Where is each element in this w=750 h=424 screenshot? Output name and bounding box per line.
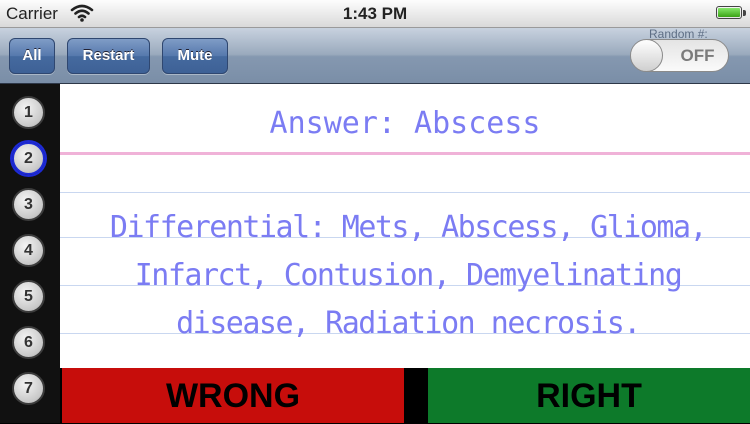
answer-text: Answer: Abscess bbox=[269, 106, 541, 141]
battery-icon bbox=[716, 6, 742, 19]
question-button-7[interactable]: 7 bbox=[12, 372, 45, 405]
question-button-4[interactable]: 4 bbox=[12, 234, 45, 267]
question-button-3[interactable]: 3 bbox=[12, 188, 45, 221]
toggle-state-label: OFF bbox=[680, 46, 715, 65]
question-number-column: 1 2 3 4 5 6 7 bbox=[0, 84, 60, 423]
question-button-5[interactable]: 5 bbox=[12, 280, 45, 313]
status-time: 1:43 PM bbox=[342, 4, 408, 23]
right-button[interactable]: RIGHT bbox=[428, 368, 750, 423]
question-button-2[interactable]: 2 bbox=[12, 142, 45, 175]
toggle-knob[interactable] bbox=[631, 40, 663, 71]
card-ruled-line bbox=[60, 192, 750, 193]
battery-tip bbox=[743, 10, 746, 16]
question-button-1[interactable]: 1 bbox=[12, 96, 45, 129]
differential-text: Differential: Mets, Abscess, Glioma, Inf… bbox=[109, 210, 708, 341]
wrong-button[interactable]: WRONG bbox=[62, 368, 404, 423]
status-bar: Carrier 1:43 PM bbox=[0, 0, 750, 28]
battery-level bbox=[718, 8, 740, 17]
card-margin-line bbox=[60, 152, 750, 155]
restart-button[interactable]: Restart bbox=[67, 38, 150, 74]
all-button[interactable]: All bbox=[9, 38, 55, 74]
question-button-6[interactable]: 6 bbox=[12, 326, 45, 359]
mute-button[interactable]: Mute bbox=[162, 38, 228, 74]
random-toggle[interactable]: OFF bbox=[630, 39, 729, 72]
toolbar: All Restart Mute Random #: OFF bbox=[0, 27, 750, 84]
answer-card: Answer: Abscess Differential: Mets, Absc… bbox=[60, 84, 750, 368]
